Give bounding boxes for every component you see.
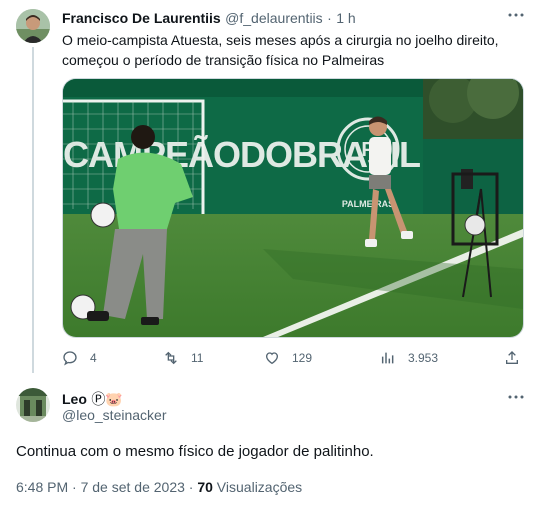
reply-author-handle[interactable]: @leo_steinacker <box>62 407 167 423</box>
tweet-text: O meio-campista Atuesta, seis meses após… <box>62 30 527 70</box>
views-count: 3.953 <box>408 351 439 365</box>
retweet-icon <box>165 351 177 365</box>
heart-icon <box>265 352 279 365</box>
share-icon <box>506 351 518 364</box>
reply-text: Continua com o mesmo físico de jogador d… <box>16 443 374 460</box>
author-handle[interactable]: @f_delaurentiis <box>225 10 323 26</box>
avatar-photo-icon <box>16 9 50 43</box>
reply-meta: 6:48 PM · 7 de set de 2023 · 70 Visualiz… <box>16 479 302 495</box>
more-options-icon[interactable] <box>507 6 525 29</box>
reply-button[interactable]: 4 <box>62 350 97 366</box>
wall-text: PALMEIRAS <box>342 199 394 209</box>
tweet-media-image[interactable]: CAMPEÃODOBRASIL P PALMEIRAS <box>62 78 524 338</box>
tweet-text-line-1: O meio-campista Atuesta, seis meses após… <box>62 32 499 48</box>
author-name[interactable]: Francisco De Laurentiis <box>62 10 221 26</box>
reply-views-label: Visualizações <box>212 479 303 495</box>
thread-line <box>32 47 34 373</box>
reply-timestamp[interactable]: 6:48 PM · 7 de set de 2023 · <box>16 479 197 495</box>
reply-count: 4 <box>90 351 97 365</box>
views-button[interactable]: 3.953 <box>380 350 438 366</box>
retweet-count: 11 <box>191 351 204 365</box>
reply-author-badges: Ⓟ🐷 <box>91 391 123 407</box>
share-button[interactable] <box>504 350 520 366</box>
author-avatar[interactable] <box>16 9 50 43</box>
tweet-time[interactable]: 1 h <box>336 10 355 26</box>
tweet-text-line-2: começou o período de transição física no… <box>62 52 385 68</box>
reply-views-count: 70 <box>197 479 213 495</box>
like-count: 129 <box>292 351 313 365</box>
reply-author-avatar[interactable] <box>16 388 50 422</box>
views-chart-icon <box>381 352 394 364</box>
separator-dot: · <box>327 10 332 26</box>
reply-author-name[interactable]: Leo <box>62 391 87 407</box>
tweet-header: Francisco De Laurentiis @f_delaurentiis … <box>62 10 356 28</box>
like-button[interactable]: 129 <box>264 350 312 366</box>
reply-icon <box>63 351 77 366</box>
training-photo: CAMPEÃODOBRASIL P PALMEIRAS <box>63 79 523 337</box>
retweet-button[interactable]: 11 <box>163 350 203 366</box>
reply-author-line: Leo Ⓟ🐷 <box>62 389 123 409</box>
avatar-photo-icon <box>16 388 50 422</box>
reply-more-options-icon[interactable] <box>507 388 525 411</box>
